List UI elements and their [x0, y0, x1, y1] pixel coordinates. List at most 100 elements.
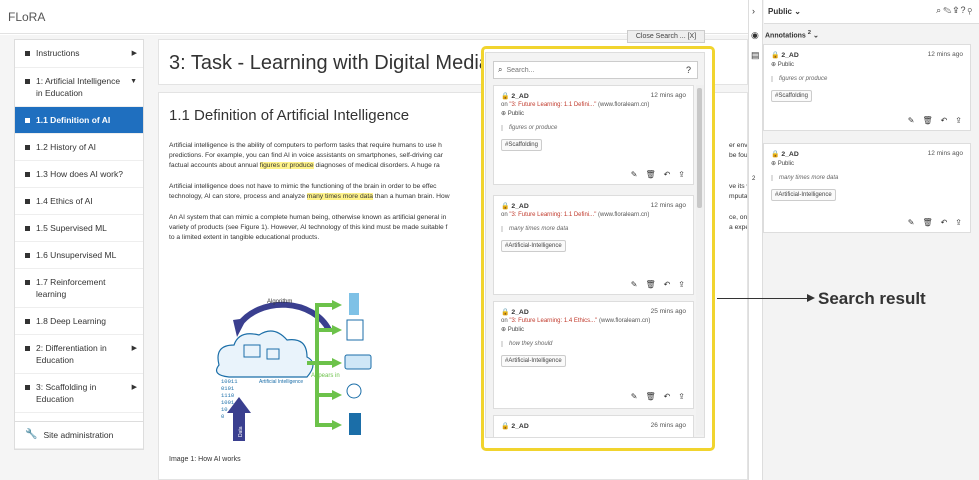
annotations-tab[interactable]: Annotations 2 ⌄	[765, 30, 819, 39]
nav-item-label: Site administration	[43, 430, 114, 440]
wrench-icon: 🔧	[25, 429, 38, 440]
nav-item-label: 1.8 Deep Learning	[36, 316, 106, 326]
share-icon[interactable]: ⇪	[678, 392, 685, 401]
globe-icon: ⊕	[771, 62, 777, 68]
document-link[interactable]: "3: Future Learning: 1.4 Ethics..."	[509, 318, 597, 324]
search-result-card[interactable]: 🔒 2_AD on "3: Future Learning: 1.1 Defin…	[493, 195, 694, 295]
nav-item-differentiation[interactable]: 2: Differentiation in Education ▶	[15, 335, 143, 374]
search-input[interactable]	[506, 66, 667, 74]
annotation-source: on "3: Future Learning: 1.1 Defini..." (…	[501, 102, 650, 108]
help-icon[interactable]: ?	[686, 65, 691, 75]
share-icon[interactable]: ⇪	[955, 116, 962, 125]
annotation-tag[interactable]: #Scaffolding	[771, 90, 812, 102]
bullet-icon	[25, 384, 30, 390]
nav-item-history-of-ai[interactable]: 1.2 History of AI	[15, 134, 143, 161]
nav-item-ethics-of-ai[interactable]: 1.4 Ethics of AI	[15, 188, 143, 215]
highlight[interactable]: many times more data	[306, 193, 373, 200]
annotation-tag[interactable]: #Artificial-Intelligence	[501, 355, 566, 367]
chevron-right-icon[interactable]: ›	[752, 6, 755, 16]
annotation-quote: many times more data	[771, 175, 963, 181]
paragraph-tail: er environment,	[729, 142, 748, 149]
annotation-actions: ✎ 🗑 ↶ ⇪	[631, 280, 685, 289]
edit-icon[interactable]: ✎	[631, 280, 638, 289]
bullet-icon	[25, 171, 30, 177]
figure-label-algorithm: Algorithm	[267, 299, 292, 305]
nav-item-definition-of-ai[interactable]: 1.1 Definition of AI	[15, 107, 143, 134]
annotation-tag[interactable]: #Scaffolding	[501, 139, 542, 151]
annotation-time: 12 mins ago	[927, 150, 963, 157]
reply-icon[interactable]: ↶	[664, 392, 671, 401]
annotation-actions: ✎ 🗑 ↶ ⇪	[908, 218, 962, 227]
bullet-icon	[25, 345, 30, 351]
paragraph-tail: a expectatio	[729, 224, 747, 231]
search-result-card[interactable]: 🔒 2_AD 26 mins ago	[493, 415, 694, 437]
document-link[interactable]: "3: Future Learning: 1.1 Defini..."	[509, 212, 596, 218]
bullet-icon	[25, 198, 30, 204]
chevron-right-icon[interactable]: ▶	[132, 48, 137, 60]
figure-binary-1: 0101	[221, 385, 235, 392]
comment-icon[interactable]: ▤	[751, 50, 760, 61]
reply-icon[interactable]: ↶	[941, 218, 948, 227]
sidebar-toolbar: › ◉ ▤ 2	[749, 0, 763, 480]
top-bar: FLoRA	[0, 0, 748, 34]
delete-icon[interactable]: 🗑	[645, 392, 655, 401]
nav-item-unsupervised-ml[interactable]: 1.6 Unsupervised ML	[15, 242, 143, 269]
edit-icon[interactable]: ✎	[908, 116, 915, 125]
brand-logo[interactable]: FLoRA	[8, 10, 45, 24]
user-icon[interactable]: ⚲	[968, 5, 974, 15]
edit-icon[interactable]: ✎	[631, 392, 638, 401]
nav-item-label: 2: Differentiation in Education	[36, 343, 107, 365]
paragraph-tail: ce, on the	[729, 214, 748, 221]
bullet-icon	[25, 144, 30, 150]
nav-item-label: 1.6 Unsupervised ML	[36, 250, 117, 260]
group-selector[interactable]: Public ⌄	[768, 7, 801, 16]
share-icon[interactable]: ⇪	[953, 5, 960, 15]
nav-item-ai-in-education[interactable]: 1: Artificial Intelligence in Education ▼	[15, 68, 143, 107]
annotation-tag[interactable]: #Artificial-Intelligence	[771, 189, 836, 201]
how-ai-works-figure: Algorithm Artificial Intelligence 10011 …	[216, 293, 372, 441]
edit-icon[interactable]: ✎	[631, 170, 638, 179]
help-icon[interactable]: ?	[961, 5, 968, 15]
share-icon[interactable]: ⇪	[678, 170, 685, 179]
search-result-card[interactable]: 🔒 2_AD on "3: Future Learning: 1.4 Ethic…	[493, 301, 694, 409]
share-icon[interactable]: ⇪	[678, 280, 685, 289]
delete-icon[interactable]: 🗑	[645, 170, 655, 179]
annotation-time: 26 mins ago	[650, 422, 686, 429]
annotation-time: 12 mins ago	[927, 51, 963, 58]
reply-icon[interactable]: ↶	[664, 280, 671, 289]
chevron-right-icon[interactable]: ▶	[132, 343, 137, 355]
document-link[interactable]: "3: Future Learning: 1.1 Defini..."	[509, 102, 596, 108]
nav-item-label: 1.1 Definition of AI	[36, 115, 111, 125]
search-result-card[interactable]: 🔒 2_AD on "3: Future Learning: 1.1 Defin…	[493, 85, 694, 185]
nav-item-label: 1: Artificial Intelligence in Education	[36, 76, 121, 98]
search-scrollbar-thumb[interactable]	[697, 88, 702, 208]
chevron-down-icon[interactable]: ▼	[130, 76, 137, 88]
nav-item-supervised-ml[interactable]: 1.5 Supervised ML	[15, 215, 143, 242]
delete-icon[interactable]: 🗑	[645, 280, 655, 289]
visibility-label: ⊕ Public	[771, 161, 795, 167]
sidebar-annotation-card[interactable]: 🔒 2_AD ⊕ Public figures or produce #Scaf…	[763, 44, 971, 131]
nav-item-instructions[interactable]: Instructions ▶	[15, 40, 143, 68]
lock-icon: 🔒	[501, 203, 510, 210]
nav-item-deep-learning[interactable]: 1.8 Deep Learning	[15, 308, 143, 335]
nav-item-scaffolding[interactable]: 3: Scaffolding in Education ▶	[15, 374, 143, 413]
close-search-button[interactable]: Close Search ... [X]	[627, 30, 705, 43]
delete-icon[interactable]: 🗑	[922, 116, 932, 125]
delete-icon[interactable]: 🗑	[922, 218, 932, 227]
nav-item-site-administration[interactable]: 🔧 Site administration	[15, 421, 143, 449]
reply-icon[interactable]: ↶	[664, 170, 671, 179]
annotation-actions: ✎ 🗑 ↶ ⇪	[908, 116, 962, 125]
edit-icon[interactable]: ✎	[908, 218, 915, 227]
eye-icon[interactable]: ◉	[751, 30, 759, 41]
paragraph-tail: be found	[729, 152, 748, 159]
chevron-right-icon[interactable]: ▶	[132, 382, 137, 394]
filter-icon[interactable]: ✎	[943, 5, 953, 15]
search-result-callout: Search result	[818, 289, 926, 308]
reply-icon[interactable]: ↶	[941, 116, 948, 125]
highlight[interactable]: figures or produce	[259, 162, 314, 169]
sidebar-annotation-card[interactable]: 🔒 2_AD ⊕ Public many times more data #Ar…	[763, 143, 971, 233]
nav-item-how-ai-works[interactable]: 1.3 How does AI work?	[15, 161, 143, 188]
annotation-tag[interactable]: #Artificial-Intelligence	[501, 240, 566, 252]
nav-item-reinforcement-learning[interactable]: 1.7 Reinforcement learning	[15, 269, 143, 308]
share-icon[interactable]: ⇪	[955, 218, 962, 227]
